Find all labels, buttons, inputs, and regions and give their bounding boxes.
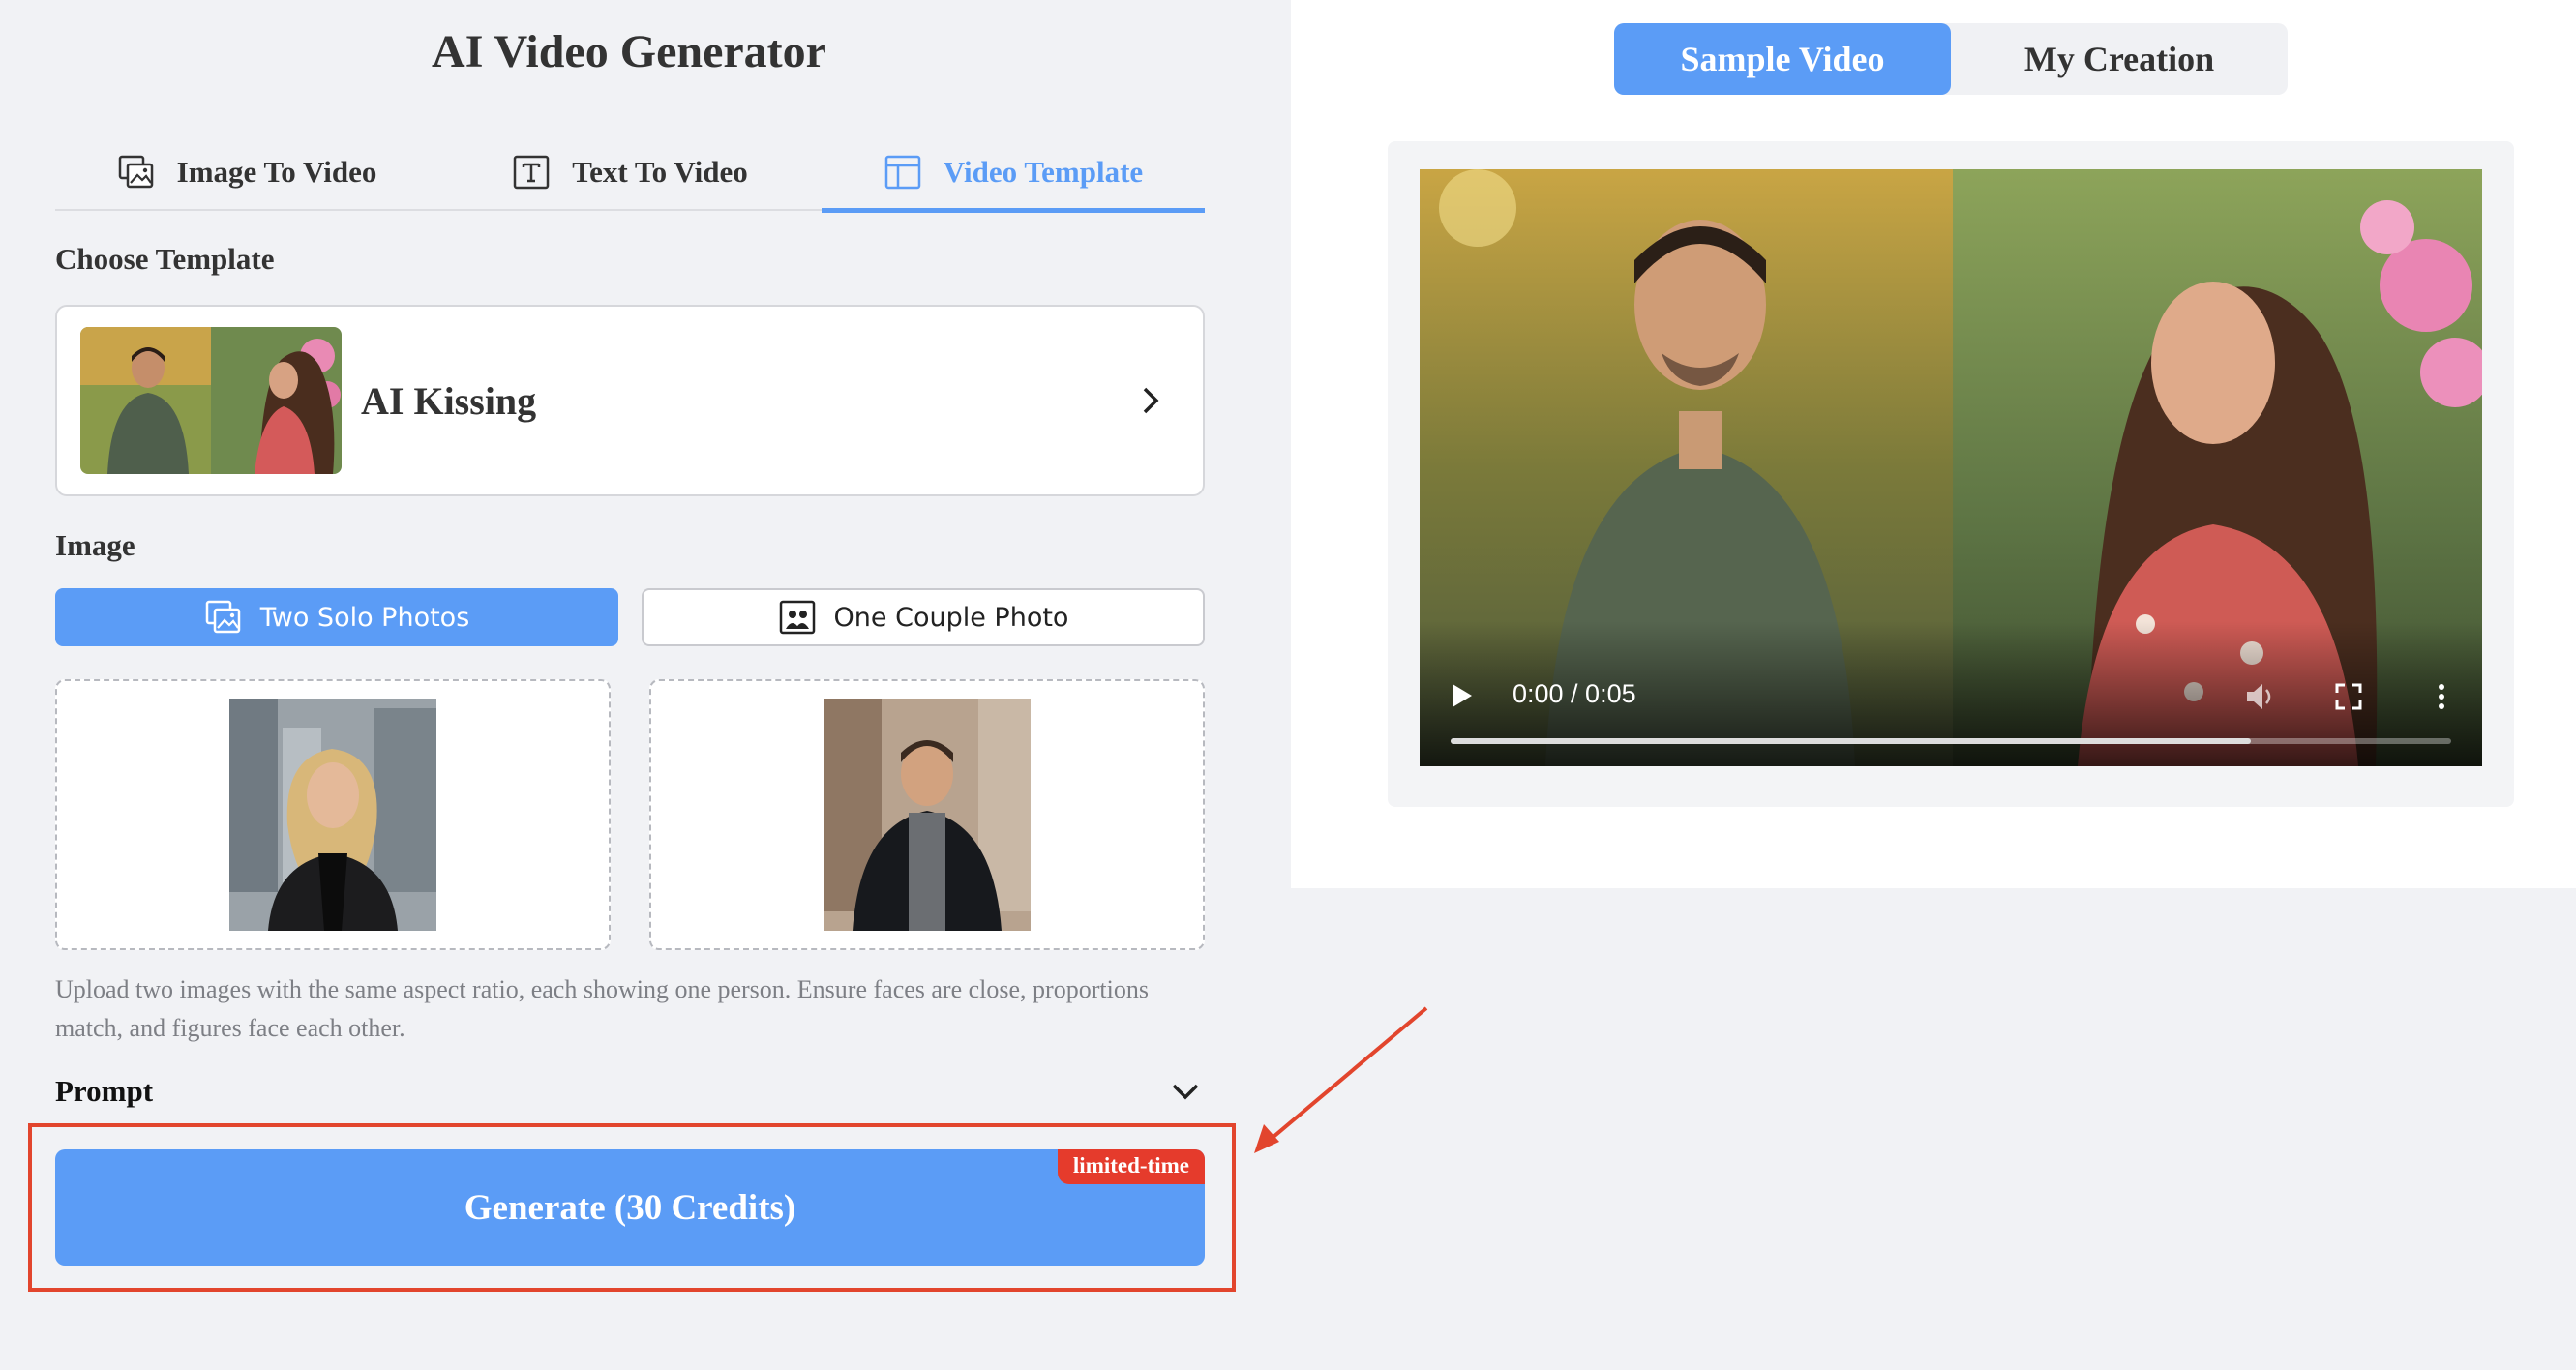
video-time: 0:00 / 0:05 [1513,679,1636,708]
image-section-label: Image [55,528,135,562]
generate-button[interactable]: Generate (30 Credits) limited-time [55,1149,1205,1266]
one-couple-photo-button[interactable]: One Couple Photo [642,588,1205,646]
generator-panel: AI Video Generator Image To Video Text T… [0,0,1291,1370]
preview-tabs: Sample Video My Creation [1614,23,2288,95]
tab-label: Text To Video [572,155,748,189]
image-stack-icon [118,155,153,189]
upload-hint: Upload two images with the same aspect r… [55,975,1149,1042]
template-thumbnail [80,327,342,474]
video-controls: 0:00 / 0:05 [1420,621,2482,766]
tab-sample-video[interactable]: Sample Video [1614,23,1951,95]
limited-time-badge: limited-time [1057,1149,1205,1184]
prompt-toggle[interactable]: Prompt [55,1072,1205,1111]
template-selector[interactable]: AI Kissing [55,305,1205,496]
prompt-label: Prompt [55,1074,154,1108]
tab-label: Video Template [943,154,1144,189]
two-solo-photos-button[interactable]: Two Solo Photos [55,588,618,646]
couple-photo-icon [779,600,815,635]
video-progress-bar[interactable] [1451,738,2451,744]
page-title: AI Video Generator [432,26,826,77]
mode-label: Two Solo Photos [259,602,470,633]
mode-label: One Couple Photo [833,602,1069,633]
tab-video-template[interactable]: Video Template [822,135,1205,213]
template-name: AI Kissing [361,378,537,423]
upload-slot-first[interactable] [55,679,611,950]
fullscreen-icon[interactable] [2331,679,2366,714]
chevron-right-icon [1143,387,1159,414]
mode-tabs: Image To Video Text To Video Video Templ… [55,135,1205,213]
play-icon[interactable] [1449,681,1476,710]
sample-video-player[interactable]: 0:00 / 0:05 [1420,169,2482,766]
layout-icon [884,155,921,189]
tab-image-to-video[interactable]: Image To Video [55,135,438,209]
more-options-icon[interactable] [2430,679,2453,714]
choose-template-label: Choose Template [55,242,275,276]
tab-text-to-video[interactable]: Text To Video [438,135,822,209]
tab-label: Image To Video [176,155,377,189]
video-progress-fill [1451,738,2252,744]
image-stack-icon [205,600,240,634]
tab-my-creation[interactable]: My Creation [1951,23,2288,95]
uploaded-photo-woman [229,699,436,931]
upload-slot-second[interactable] [649,679,1205,950]
chevron-down-icon [1172,1084,1199,1100]
uploaded-photo-man [824,699,1031,931]
generate-label: Generate (30 Credits) [464,1187,796,1228]
text-box-icon [514,155,550,190]
volume-icon[interactable] [2242,679,2277,714]
